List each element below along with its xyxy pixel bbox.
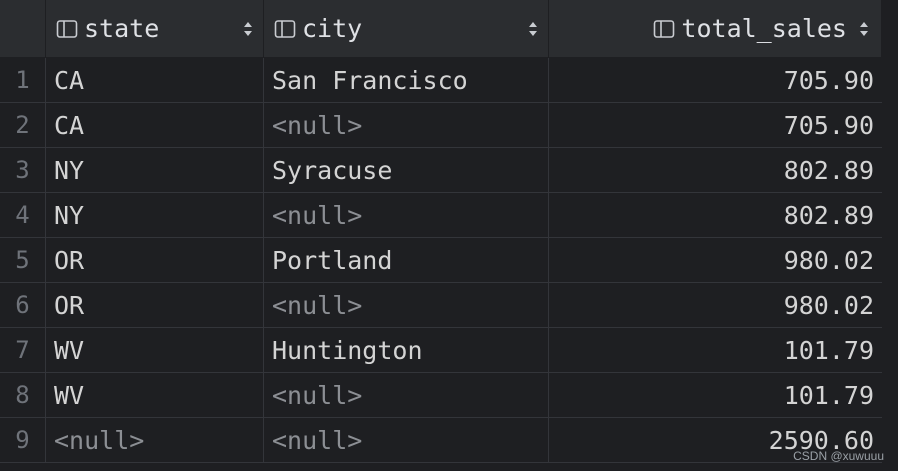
cell-city[interactable]: <null> xyxy=(264,103,549,147)
column-header-label: state xyxy=(84,14,160,43)
column-header-state[interactable]: state xyxy=(46,0,264,57)
cell-state[interactable]: NY xyxy=(46,193,264,237)
cell-state[interactable]: CA xyxy=(46,103,264,147)
table-row[interactable]: 2 CA <null> 705.90 xyxy=(0,103,882,148)
sort-toggle-icon[interactable] xyxy=(528,20,538,38)
cell-state[interactable]: WV xyxy=(46,328,264,372)
row-number: 9 xyxy=(0,418,46,462)
cell-city[interactable]: <null> xyxy=(264,373,549,417)
table-row[interactable]: 8 WV <null> 101.79 xyxy=(0,373,882,418)
column-icon xyxy=(654,19,675,38)
row-number: 7 xyxy=(0,328,46,372)
cell-city[interactable]: Portland xyxy=(264,238,549,282)
cell-state[interactable]: NY xyxy=(46,148,264,192)
column-header-label: total_sales xyxy=(681,14,847,43)
cell-total-sales[interactable]: 101.79 xyxy=(549,328,882,372)
cell-total-sales[interactable]: 980.02 xyxy=(549,238,882,282)
row-number: 4 xyxy=(0,193,46,237)
table-row[interactable]: 7 WV Huntington 101.79 xyxy=(0,328,882,373)
row-number: 5 xyxy=(0,238,46,282)
cell-state[interactable]: OR xyxy=(46,283,264,327)
column-icon xyxy=(56,19,78,38)
cell-total-sales[interactable]: 980.02 xyxy=(549,283,882,327)
cell-city[interactable]: <null> xyxy=(264,193,549,237)
cell-city[interactable]: Huntington xyxy=(264,328,549,372)
table-row[interactable]: 1 CA San Francisco 705.90 xyxy=(0,58,882,103)
cell-city[interactable]: <null> xyxy=(264,418,549,462)
cell-state[interactable]: OR xyxy=(46,238,264,282)
cell-city[interactable]: <null> xyxy=(264,283,549,327)
table-row[interactable]: 9 <null> <null> 2590.60 xyxy=(0,418,882,463)
cell-state[interactable]: WV xyxy=(46,373,264,417)
row-number: 1 xyxy=(0,58,46,102)
row-number: 6 xyxy=(0,283,46,327)
cell-total-sales[interactable]: 705.90 xyxy=(549,58,882,102)
cell-state[interactable]: <null> xyxy=(46,418,264,462)
row-number-header xyxy=(0,0,46,57)
header-row: state city total_sales xyxy=(0,0,882,58)
sort-toggle-icon[interactable] xyxy=(243,20,253,38)
table-row[interactable]: 3 NY Syracuse 802.89 xyxy=(0,148,882,193)
sort-toggle-icon[interactable] xyxy=(859,20,869,38)
table-row[interactable]: 5 OR Portland 980.02 xyxy=(0,238,882,283)
column-header-label: city xyxy=(302,14,363,43)
cell-city[interactable]: San Francisco xyxy=(264,58,549,102)
cell-total-sales[interactable]: 705.90 xyxy=(549,103,882,147)
cell-total-sales[interactable]: 101.79 xyxy=(549,373,882,417)
cell-state[interactable]: CA xyxy=(46,58,264,102)
column-header-total-sales[interactable]: total_sales xyxy=(549,0,882,57)
column-icon xyxy=(274,19,296,38)
row-number: 8 xyxy=(0,373,46,417)
cell-total-sales[interactable]: 802.89 xyxy=(549,193,882,237)
cell-city[interactable]: Syracuse xyxy=(264,148,549,192)
column-header-city[interactable]: city xyxy=(264,0,549,57)
cell-total-sales[interactable]: 802.89 xyxy=(549,148,882,192)
row-number: 2 xyxy=(0,103,46,147)
result-grid: state city total_sales 1 CA San Francisc… xyxy=(0,0,882,465)
watermark: CSDN @xuwuuu xyxy=(793,449,884,463)
table-row[interactable]: 4 NY <null> 802.89 xyxy=(0,193,882,238)
row-number: 3 xyxy=(0,148,46,192)
table-row[interactable]: 6 OR <null> 980.02 xyxy=(0,283,882,328)
